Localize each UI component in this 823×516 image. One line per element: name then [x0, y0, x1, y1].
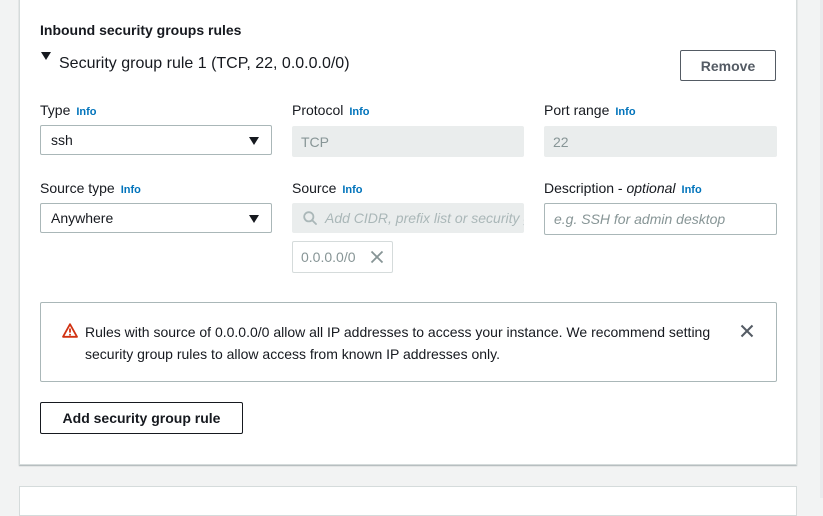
warning-alert: Rules with source of 0.0.0.0/0 allow all…	[40, 302, 777, 382]
description-info-link[interactable]: Info	[682, 184, 702, 196]
source-type-select[interactable]: Anywhere	[40, 203, 272, 233]
description-label: Description - optional Info	[544, 180, 702, 196]
source-label: Source Info	[292, 180, 363, 196]
type-info-link[interactable]: Info	[76, 106, 96, 118]
description-label-text: Description	[544, 180, 615, 196]
port-range-field: 22	[544, 126, 777, 157]
protocol-info-link[interactable]: Info	[349, 106, 369, 118]
section-title: Inbound security groups rules	[40, 22, 242, 38]
port-range-info-link[interactable]: Info	[615, 106, 635, 118]
warning-message: Rules with source of 0.0.0.0/0 allow all…	[85, 324, 711, 362]
dropdown-arrow-icon	[249, 137, 259, 145]
close-icon[interactable]	[740, 324, 754, 338]
port-range-label-text: Port range	[544, 102, 610, 118]
description-optional: optional	[626, 180, 676, 196]
add-security-group-rule-button[interactable]: Add security group rule	[40, 402, 243, 434]
source-type-select-value: Anywhere	[51, 210, 114, 226]
protocol-value: TCP	[301, 133, 329, 150]
source-search-placeholder: Add CIDR, prefix list or security group	[325, 210, 524, 226]
remove-button[interactable]: Remove	[680, 50, 776, 81]
port-range-label: Port range Info	[544, 102, 636, 118]
source-type-label-text: Source type	[40, 180, 115, 196]
rule-title[interactable]: Security group rule 1 (TCP, 22, 0.0.0.0/…	[59, 55, 350, 73]
source-token-value: 0.0.0.0/0	[301, 249, 356, 265]
type-select[interactable]: ssh	[40, 125, 272, 155]
source-info-link[interactable]: Info	[342, 184, 362, 196]
caret-down-icon[interactable]	[41, 52, 51, 60]
port-range-value: 22	[553, 133, 569, 150]
close-icon[interactable]	[370, 250, 384, 264]
source-token: 0.0.0.0/0	[292, 241, 393, 273]
source-label-text: Source	[292, 180, 337, 196]
type-select-value: ssh	[51, 132, 73, 148]
type-label: Type Info	[40, 102, 97, 118]
source-type-label: Source type Info	[40, 180, 141, 196]
source-search-input[interactable]: Add CIDR, prefix list or security group	[292, 203, 524, 233]
type-label-text: Type	[40, 102, 71, 118]
source-type-info-link[interactable]: Info	[121, 184, 141, 196]
protocol-field: TCP	[292, 126, 524, 157]
description-input[interactable]: e.g. SSH for admin desktop	[544, 203, 777, 235]
description-placeholder: e.g. SSH for admin desktop	[554, 211, 726, 227]
next-panel	[19, 486, 797, 516]
search-icon	[303, 211, 317, 225]
warning-triangle-icon	[62, 323, 78, 338]
protocol-label: Protocol Info	[292, 102, 370, 118]
dropdown-arrow-icon	[249, 215, 259, 223]
description-separator: -	[614, 180, 627, 196]
protocol-label-text: Protocol	[292, 102, 344, 118]
